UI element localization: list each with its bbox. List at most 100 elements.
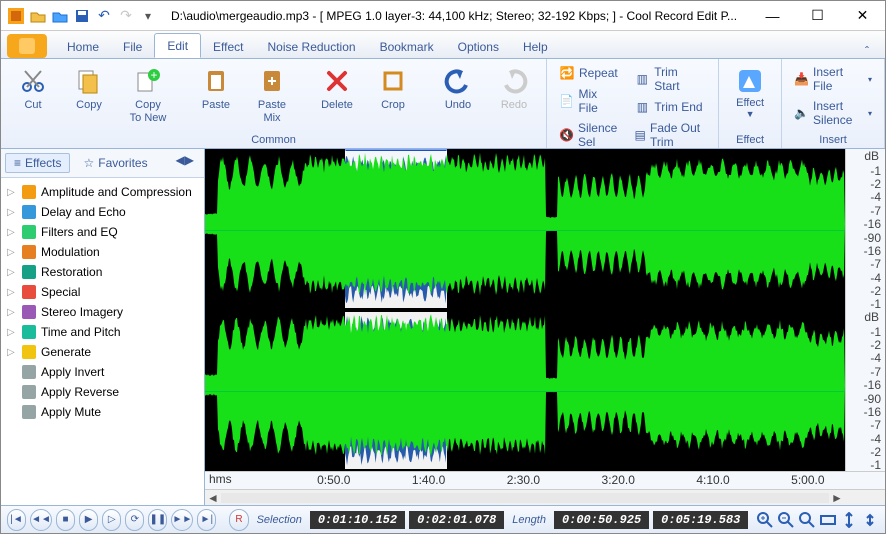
tree-item-restoration[interactable]: ▷Restoration	[3, 262, 202, 282]
tab-noise-reduction[interactable]: Noise Reduction	[256, 35, 368, 58]
svg-text:+: +	[150, 68, 157, 82]
group-effect: Effect ▼ Effect	[719, 59, 782, 148]
scroll-right-icon[interactable]: ►	[829, 491, 845, 505]
goto-end-button[interactable]: ►|	[197, 509, 216, 531]
tab-home[interactable]: Home	[55, 35, 111, 58]
copy-new-icon: +	[132, 65, 164, 97]
repeat-button[interactable]: 🔁Repeat	[555, 63, 622, 83]
rewind-button[interactable]: ◄◄	[30, 509, 52, 531]
zoom-sel-button[interactable]	[820, 510, 837, 530]
timeline-mark: 1:40.0	[412, 473, 445, 487]
close-button[interactable]: ✕	[840, 1, 885, 31]
mix-file-button[interactable]: 📄Mix File	[555, 85, 622, 117]
scissors-icon	[17, 65, 49, 97]
tree-item-apply-reverse[interactable]: Apply Reverse	[3, 382, 202, 402]
zoom-fit-button[interactable]	[799, 510, 816, 530]
insert-silence-icon: 🔈	[794, 105, 809, 121]
ribbon-help-icon[interactable]: ˆ	[857, 44, 877, 58]
tree-item-modulation[interactable]: ▷Modulation	[3, 242, 202, 262]
effect-item-icon	[21, 244, 37, 260]
zoom-out-button[interactable]	[778, 510, 795, 530]
cut-button[interactable]: Cut	[7, 61, 59, 116]
open2-icon[interactable]	[51, 7, 69, 25]
copy-button[interactable]: Copy	[63, 61, 115, 116]
paste-mix-button[interactable]: Paste Mix	[246, 61, 298, 129]
tab-options[interactable]: Options	[446, 35, 511, 58]
tab-help[interactable]: Help	[511, 35, 560, 58]
tab-effect[interactable]: Effect	[201, 35, 255, 58]
sidebar-tab-effects[interactable]: ≡Effects	[5, 153, 70, 173]
app-button[interactable]	[7, 34, 47, 58]
effect-item-icon	[21, 204, 37, 220]
tree-item-amplitude-and-compression[interactable]: ▷Amplitude and Compression	[3, 182, 202, 202]
zoom-vert-in-button[interactable]	[841, 510, 858, 530]
save-icon[interactable]	[73, 7, 91, 25]
tree-item-label: Apply Reverse	[41, 385, 119, 399]
insert-file-button[interactable]: 📥Insert File▾	[790, 63, 876, 95]
paste-button[interactable]: Paste	[190, 61, 242, 116]
zoom-in-button[interactable]	[756, 510, 773, 530]
tree-item-time-and-pitch[interactable]: ▷Time and Pitch	[3, 322, 202, 342]
effects-sidebar: ≡Effects ☆Favorites ◀▶ ▷Amplitude and Co…	[1, 149, 205, 505]
undo-icon[interactable]: ↶	[95, 7, 113, 25]
trim-end-button[interactable]: ▥Trim End	[630, 97, 710, 117]
open-icon[interactable]	[29, 7, 47, 25]
tree-item-label: Stereo Imagery	[41, 305, 123, 319]
silence-sel-button[interactable]: 🔇Silence Sel	[555, 119, 622, 151]
delete-icon	[321, 65, 353, 97]
qat-dropdown-icon[interactable]: ▾	[139, 7, 157, 25]
record-button[interactable]: R	[229, 509, 248, 531]
minimize-button[interactable]: —	[750, 1, 795, 31]
expand-icon: ▷	[7, 227, 17, 238]
timeline-mark: 4:10.0	[696, 473, 729, 487]
undo-button[interactable]: Undo	[432, 61, 484, 116]
copy-to-new-button[interactable]: +Copy To New	[119, 61, 177, 129]
scroll-track[interactable]	[221, 493, 829, 503]
maximize-button[interactable]: ☐	[795, 1, 840, 31]
sidebar-collapse-button[interactable]: ◀▶	[170, 153, 200, 173]
window-title: D:\audio\mergeaudio.mp3 - [ MPEG 1.0 lay…	[163, 9, 750, 23]
tree-item-apply-invert[interactable]: Apply Invert	[3, 362, 202, 382]
tree-item-generate[interactable]: ▷Generate	[3, 342, 202, 362]
play-loop-button[interactable]: ⟳	[125, 509, 144, 531]
tree-item-stereo-imagery[interactable]: ▷ Stereo Imagery	[3, 302, 202, 322]
goto-start-button[interactable]: |◄	[7, 509, 26, 531]
tab-edit[interactable]: Edit	[154, 33, 201, 58]
insert-silence-button[interactable]: 🔈Insert Silence▾	[790, 97, 876, 129]
redo-button[interactable]: Redo	[488, 61, 540, 116]
tree-item-filters-and-eq[interactable]: ▷Filters and EQ	[3, 222, 202, 242]
tree-item-special[interactable]: ▷Special	[3, 282, 202, 302]
titlebar: ↶ ↷ ▾ D:\audio\mergeaudio.mp3 - [ MPEG 1…	[1, 1, 885, 31]
menu-tabs: Home File Edit Effect Noise Reduction Bo…	[1, 31, 885, 59]
delete-button[interactable]: Delete	[311, 61, 363, 116]
crop-button[interactable]: Crop	[367, 61, 419, 116]
waveform-left-channel[interactable]	[205, 149, 845, 310]
tree-item-delay-and-echo[interactable]: ▷Delay and Echo	[3, 202, 202, 222]
waveform-right-channel[interactable]	[205, 310, 845, 471]
play-sel-button[interactable]: ▷	[102, 509, 121, 531]
horizontal-scrollbar[interactable]: ◄ ►	[205, 489, 885, 505]
stop-button[interactable]: ■	[56, 509, 75, 531]
trim-start-button[interactable]: ▥Trim Start	[630, 63, 710, 95]
sidebar-tab-favorites[interactable]: ☆Favorites	[74, 153, 156, 173]
selection-start-value: 0:01:10.152	[310, 511, 405, 529]
scroll-left-icon[interactable]: ◄	[205, 491, 221, 505]
effect-dropdown[interactable]: Effect ▼	[725, 61, 775, 123]
tab-bookmark[interactable]: Bookmark	[368, 35, 446, 58]
effect-item-icon	[21, 364, 37, 380]
play-button[interactable]: ▶	[79, 509, 98, 531]
fastfwd-button[interactable]: ►►	[171, 509, 193, 531]
pause-button[interactable]: ❚❚	[148, 509, 167, 531]
zoom-vert-out-button[interactable]	[862, 510, 879, 530]
db-scale-left: dB-1-2-4-7-16-90-16-7-4-2-1	[845, 149, 885, 310]
selection-label: Selection	[253, 514, 306, 526]
tab-file[interactable]: File	[111, 35, 154, 58]
fade-out-trim-button[interactable]: ▤Fade Out Trim	[630, 119, 710, 151]
timeline-mark: 5:00.0	[791, 473, 824, 487]
timeline-mark: 2:30.0	[507, 473, 540, 487]
expand-icon: ▷	[7, 307, 17, 318]
timeline[interactable]: hms 0:50.01:40.02:30.03:20.04:10.05:00.0	[205, 471, 885, 489]
length-sel-value: 0:00:50.925	[554, 511, 649, 529]
tree-item-apply-mute[interactable]: Apply Mute	[3, 402, 202, 422]
redo-icon[interactable]: ↷	[117, 7, 135, 25]
